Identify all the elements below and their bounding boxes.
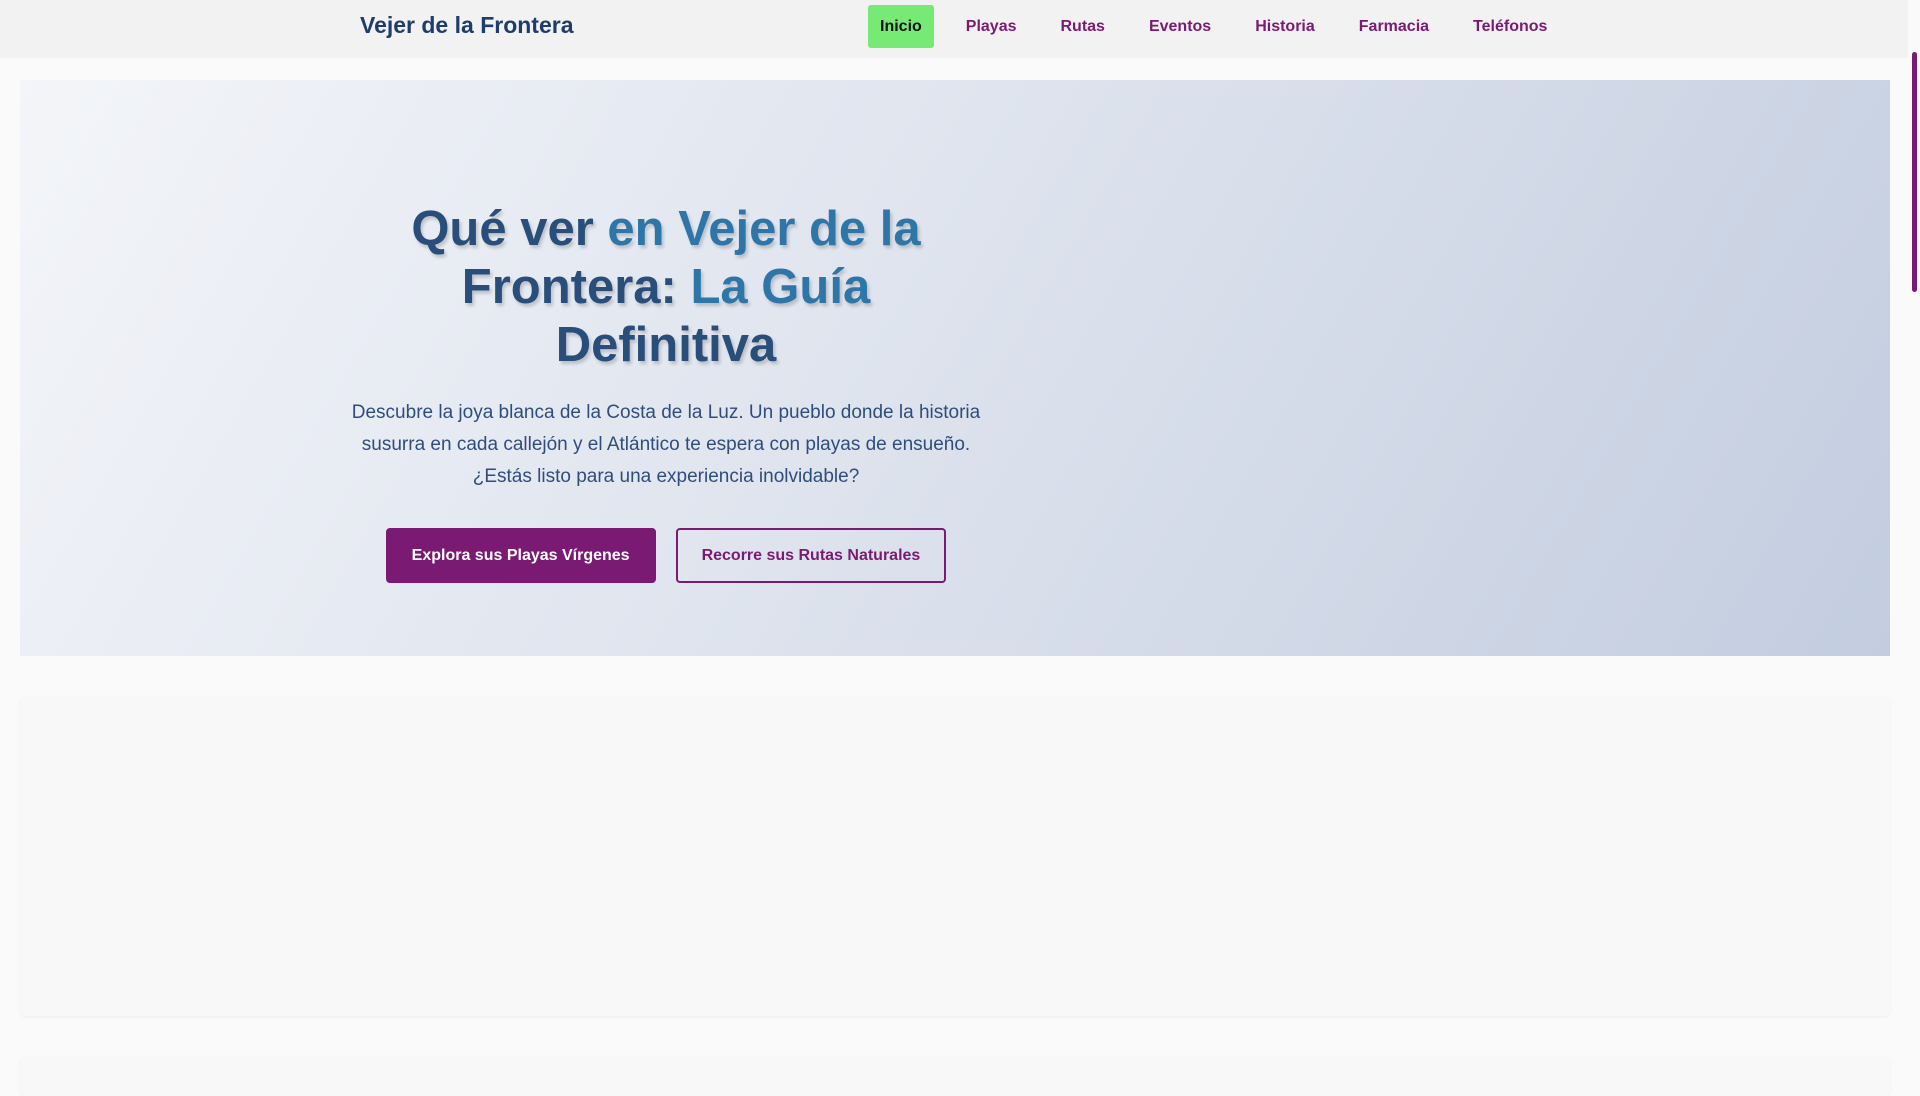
page-scrollbar[interactable] bbox=[1908, 0, 1920, 1080]
hero-title-part-2: en Vejer de la bbox=[607, 202, 921, 256]
hero-content: Qué ver en Vejer de la Frontera: La Guía D… bbox=[346, 200, 986, 583]
nav-item-inicio[interactable]: Inicio bbox=[868, 5, 934, 48]
hero-buttons: Explora sus Playas Vírgenes Recorre sus … bbox=[346, 528, 986, 583]
scrollbar-thumb[interactable] bbox=[1912, 52, 1917, 292]
hero-title-part-5: Definitiva bbox=[555, 318, 777, 372]
natural-routes-button[interactable]: Recorre sus Rutas Naturales bbox=[675, 528, 947, 583]
hero-title: Qué ver en Vejer de la Frontera: La Guía D… bbox=[346, 200, 986, 374]
nav-item-rutas[interactable]: Rutas bbox=[1049, 5, 1117, 48]
hero-section: Qué ver en Vejer de la Frontera: La Guía D… bbox=[20, 80, 1890, 656]
hero-title-part-1: Qué ver bbox=[411, 202, 608, 256]
main-nav: Inicio Playas Rutas Eventos Historia Far… bbox=[868, 5, 1579, 48]
nav-item-telefonos[interactable]: Teléfonos bbox=[1461, 5, 1559, 48]
hero-description: Descubre la joya blanca de la Costa de l… bbox=[351, 402, 981, 487]
nav-item-historia[interactable]: Historia bbox=[1243, 5, 1327, 48]
hero-title-part-4: La Guía bbox=[690, 260, 871, 314]
nav-item-eventos[interactable]: Eventos bbox=[1137, 5, 1223, 48]
nav-item-playas[interactable]: Playas bbox=[954, 5, 1029, 48]
site-brand-link[interactable]: Vejer de la Frontera bbox=[360, 12, 573, 39]
nav-item-farmacia[interactable]: Farmacia bbox=[1347, 5, 1441, 48]
content-card-next bbox=[20, 1056, 1890, 1096]
hero-title-part-3: Frontera: bbox=[461, 260, 691, 314]
content-card bbox=[20, 696, 1890, 1016]
explore-beaches-button[interactable]: Explora sus Playas Vírgenes bbox=[385, 528, 656, 583]
site-header: Vejer de la Frontera Inicio Playas Rutas… bbox=[0, 0, 1908, 58]
